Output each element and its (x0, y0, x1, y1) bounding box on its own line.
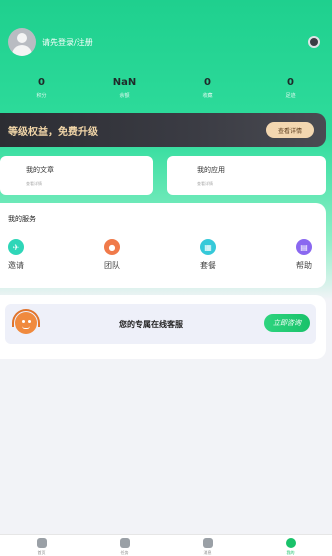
stats-row: 0 积分 NaN 余额 0 收藏 0 足迹 (0, 77, 332, 99)
services-title: 我的服务 (8, 215, 36, 223)
stat-label: 足迹 (285, 93, 296, 99)
login-link[interactable]: 请先登录/注册 (42, 37, 93, 48)
tab-label: 任务 (120, 550, 129, 555)
support-panel: 您的专属在线客服 立即咨询 (0, 295, 326, 359)
help-icon: ▤ (296, 239, 312, 255)
profile-icon (285, 538, 296, 548)
invite-icon: ✈ (8, 239, 24, 255)
service-package[interactable]: ▦ 套餐 (188, 239, 228, 271)
message-icon (202, 538, 213, 548)
bottom-tab-bar: 首页 任务 消息 我的 (0, 534, 332, 556)
vip-banner: 等级权益，免费升级 查看详情 (0, 113, 326, 147)
card-subtitle: 查看详情 (197, 181, 213, 186)
service-label: 套餐 (200, 261, 216, 270)
tab-task[interactable]: 任务 (83, 535, 166, 556)
card-title: 我的文章 (26, 166, 54, 174)
stat-label: 余额 (119, 93, 130, 99)
vip-details-button[interactable]: 查看详情 (266, 122, 314, 138)
my-apps-card[interactable]: 我的应用 查看详情 (167, 156, 326, 195)
customer-service-icon (11, 309, 41, 339)
consult-now-button[interactable]: 立即咨询 (264, 314, 310, 332)
stat-balance[interactable]: NaN 余额 (83, 77, 166, 99)
tab-label: 我的 (286, 550, 295, 555)
tab-label: 消息 (203, 550, 212, 555)
stat-label: 积分 (36, 93, 47, 99)
service-label: 团队 (104, 261, 120, 270)
package-icon: ▦ (200, 239, 216, 255)
my-articles-card[interactable]: 我的文章 查看详情 (0, 156, 153, 195)
tab-message[interactable]: 消息 (166, 535, 249, 556)
profile-row[interactable]: 请先登录/注册 (8, 28, 324, 56)
settings-icon[interactable] (308, 36, 320, 48)
team-icon: ● (104, 239, 120, 255)
services-panel: 我的服务 ✈ 邀请 ● 团队 ▦ 套餐 ▤ 帮助 (0, 203, 326, 288)
card-subtitle: 查看详情 (26, 181, 42, 186)
stat-history[interactable]: 0 足迹 (249, 77, 332, 99)
service-label: 邀请 (8, 261, 24, 270)
vip-text: 等级权益，免费升级 (8, 126, 98, 138)
stat-label: 收藏 (202, 93, 213, 99)
tab-profile[interactable]: 我的 (249, 535, 332, 556)
stat-favorites[interactable]: 0 收藏 (166, 77, 249, 99)
service-invite[interactable]: ✈ 邀请 (0, 239, 36, 271)
stat-value: 0 (38, 77, 45, 88)
avatar[interactable] (8, 28, 36, 56)
support-text: 您的专属在线客服 (119, 320, 183, 329)
home-icon (36, 538, 47, 548)
tab-home[interactable]: 首页 (0, 535, 83, 556)
stat-value: NaN (112, 77, 137, 88)
stat-value: 0 (204, 77, 211, 88)
service-team[interactable]: ● 团队 (92, 239, 132, 271)
tab-label: 首页 (37, 550, 46, 555)
stat-points[interactable]: 0 积分 (0, 77, 83, 99)
support-banner: 您的专属在线客服 立即咨询 (5, 304, 316, 344)
task-icon (119, 538, 130, 548)
service-help[interactable]: ▤ 帮助 (284, 239, 324, 271)
service-label: 帮助 (296, 261, 312, 270)
stat-value: 0 (287, 77, 294, 88)
card-title: 我的应用 (197, 166, 225, 174)
